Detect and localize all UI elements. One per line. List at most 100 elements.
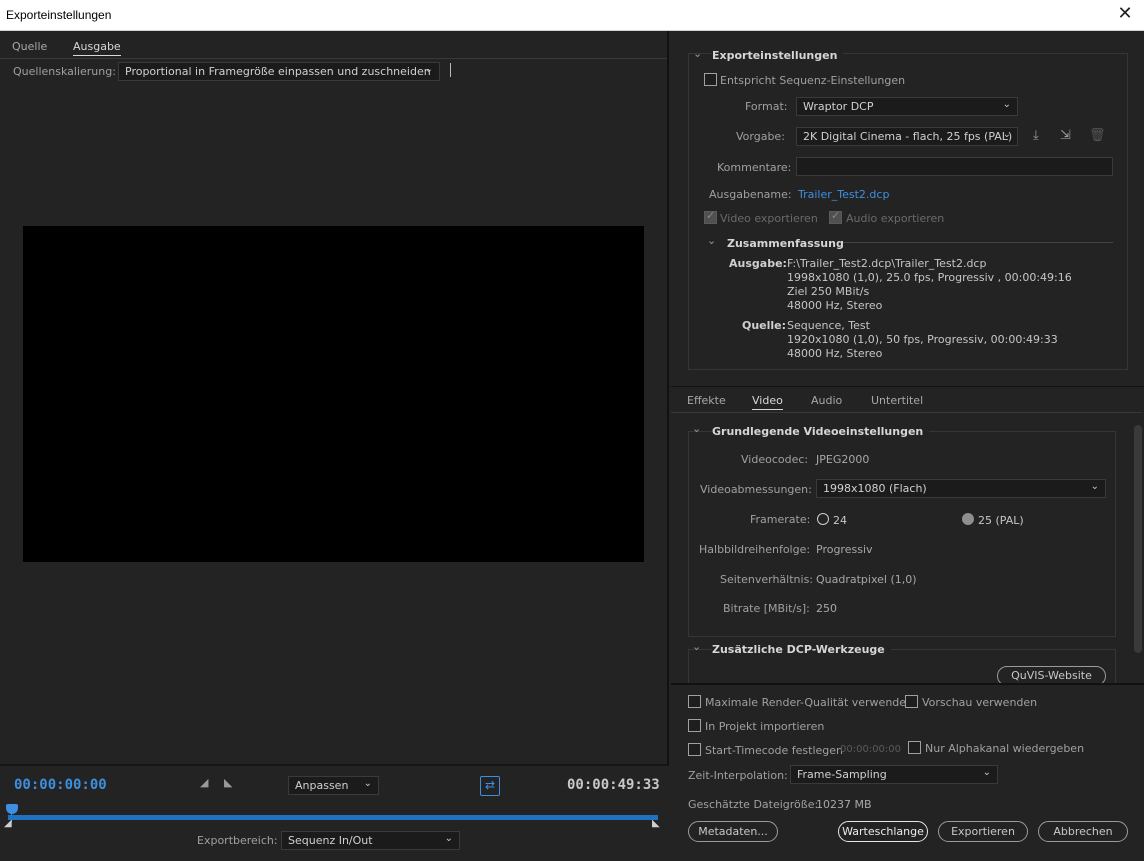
window-title: Exporteinstellungen bbox=[6, 8, 112, 22]
max-render-checkbox[interactable] bbox=[688, 695, 701, 708]
match-sequence-label: Entspricht Sequenz-Einstellungen bbox=[720, 74, 906, 87]
dims-value: 1998x1080 (Flach) bbox=[823, 482, 927, 495]
divider bbox=[0, 58, 667, 59]
preset-label: Vorgabe: bbox=[736, 130, 785, 143]
save-preset-icon[interactable]: ⤓ bbox=[1033, 128, 1039, 143]
summary-output-line: 48000 Hz, Stereo bbox=[787, 299, 883, 312]
tab-effekte[interactable]: Effekte bbox=[687, 394, 726, 407]
filesize-value: 10237 MB bbox=[816, 798, 872, 811]
alpha-only-checkbox[interactable] bbox=[908, 741, 921, 754]
video-preview bbox=[23, 226, 644, 562]
framerate-24-radio[interactable] bbox=[817, 513, 829, 525]
summary-output-line: 1998x1080 (1,0), 25.0 fps, Progressiv , … bbox=[787, 271, 1072, 284]
tab-audio[interactable]: Audio bbox=[811, 394, 842, 407]
framerate-25-label: 25 (PAL) bbox=[978, 514, 1024, 527]
field-order-label: Halbbildreihenfolge: bbox=[699, 543, 811, 556]
export-audio-checkbox[interactable] bbox=[829, 209, 842, 224]
title-bar: Exporteinstellungen ✕ bbox=[0, 0, 1144, 31]
chevron-down-icon[interactable]: ⌄ bbox=[693, 47, 702, 60]
range-dropdown[interactable]: Sequenz In/Out ⌄ bbox=[281, 831, 460, 850]
start-timecode-checkbox[interactable] bbox=[688, 743, 701, 756]
text-cursor bbox=[450, 63, 451, 77]
start-timecode-label: Start-Timecode festlegen bbox=[705, 744, 844, 757]
dims-label: Videoabmessungen: bbox=[700, 483, 812, 496]
max-render-label: Maximale Render-Qualität verwenden bbox=[705, 696, 914, 709]
timeline-panel: 00:00:00:00 ◢ ◣ Anpassen ⌄ ⇄ 00:00:49:33… bbox=[0, 764, 669, 861]
video-settings-panel: Effekte Video Audio Untertitel ⌄ Grundle… bbox=[671, 386, 1144, 689]
in-point-icon[interactable]: ◢ bbox=[4, 818, 12, 829]
range-label: Exportbereich: bbox=[197, 834, 278, 847]
tab-untertitel[interactable]: Untertitel bbox=[871, 394, 923, 407]
chevron-down-icon: ⌄ bbox=[424, 64, 433, 75]
tab-ausgabe[interactable]: Ausgabe bbox=[73, 40, 121, 56]
interp-dropdown[interactable]: Frame-Sampling ⌄ bbox=[790, 765, 998, 784]
timeline-bar[interactable] bbox=[8, 815, 658, 820]
chevron-down-icon: ⌄ bbox=[982, 767, 991, 778]
aspect-label: Seitenverhältnis: bbox=[720, 573, 814, 586]
format-value: Wraptor DCP bbox=[803, 100, 874, 113]
codec-value: JPEG2000 bbox=[816, 453, 870, 466]
export-heading: Exporteinstellungen bbox=[712, 49, 844, 62]
framerate-25-radio[interactable] bbox=[962, 513, 974, 525]
scrollbar[interactable] bbox=[1134, 425, 1142, 653]
scaling-dropdown[interactable]: Proportional in Framegröße einpassen und… bbox=[118, 62, 440, 81]
tab-quelle[interactable]: Quelle bbox=[12, 40, 47, 53]
import-project-checkbox[interactable] bbox=[688, 719, 701, 732]
bitrate-value: 250 bbox=[816, 602, 837, 615]
mark-in-icon[interactable]: ◢ bbox=[200, 776, 208, 789]
output-name-link[interactable]: Trailer_Test2.dcp bbox=[798, 188, 889, 201]
match-sequence-checkbox[interactable] bbox=[704, 73, 717, 86]
interp-label: Zeit-Interpolation: bbox=[688, 769, 788, 782]
export-video-label: Video exportieren bbox=[720, 212, 818, 225]
timecode-end: 00:00:49:33 bbox=[567, 777, 660, 793]
field-order-value: Progressiv bbox=[816, 543, 873, 556]
comment-label: Kommentare: bbox=[717, 161, 792, 174]
scaling-label: Quellenskalierung: bbox=[13, 65, 116, 78]
dims-dropdown[interactable]: 1998x1080 (Flach) ⌄ bbox=[816, 479, 1106, 498]
start-timecode-value: 00:00:00:00 bbox=[840, 744, 902, 755]
summary-output-label: Ausgabe: bbox=[729, 257, 787, 270]
timecode-start[interactable]: 00:00:00:00 bbox=[14, 777, 107, 793]
chevron-down-icon[interactable]: ⌄ bbox=[692, 640, 701, 653]
close-icon[interactable]: ✕ bbox=[1116, 5, 1134, 23]
use-preview-checkbox[interactable] bbox=[905, 695, 918, 708]
chevron-down-icon: ⌄ bbox=[1002, 129, 1011, 140]
interp-value: Frame-Sampling bbox=[797, 768, 887, 781]
export-options-panel: Maximale Render-Qualität verwenden Vorsc… bbox=[671, 683, 1144, 861]
chevron-down-icon: ⌄ bbox=[1090, 481, 1099, 492]
export-settings-panel: ⌄ Exporteinstellungen Entspricht Sequenz… bbox=[671, 31, 1144, 386]
export-video-checkbox[interactable] bbox=[704, 209, 717, 224]
mark-out-icon[interactable]: ◣ bbox=[224, 776, 232, 789]
delete-preset-icon[interactable]: 🗑 bbox=[1089, 128, 1106, 143]
playhead-icon[interactable] bbox=[6, 804, 18, 814]
divider bbox=[843, 242, 1113, 243]
summary-source-line: 48000 Hz, Stereo bbox=[787, 347, 883, 360]
summary-source-line: Sequence, Test bbox=[787, 319, 870, 332]
comment-input[interactable] bbox=[796, 157, 1113, 176]
chevron-down-icon[interactable]: ⌄ bbox=[707, 234, 716, 247]
summary-source-line: 1920x1080 (1,0), 50 fps, Progressiv, 00:… bbox=[787, 333, 1058, 346]
framerate-24-label: 24 bbox=[833, 514, 847, 527]
import-preset-icon[interactable]: ⇲ bbox=[1060, 128, 1071, 143]
export-button[interactable]: Exportieren bbox=[938, 821, 1028, 842]
cancel-button[interactable]: Abbrechen bbox=[1038, 821, 1128, 842]
output-name-label: Ausgabename: bbox=[709, 188, 792, 201]
use-preview-label: Vorschau verwenden bbox=[922, 696, 1038, 709]
summary-source-label: Quelle: bbox=[742, 319, 787, 332]
preset-dropdown[interactable]: 2K Digital Cinema - flach, 25 fps (PAL) … bbox=[796, 127, 1018, 146]
chevron-down-icon: ⌄ bbox=[444, 833, 453, 844]
out-point-icon[interactable]: ◣ bbox=[652, 818, 660, 829]
fit-dropdown[interactable]: Anpassen ⌄ bbox=[288, 776, 379, 795]
tab-video[interactable]: Video bbox=[752, 394, 783, 410]
filesize-label: Geschätzte Dateigröße: bbox=[688, 798, 819, 811]
queue-button[interactable]: Warteschlange bbox=[838, 821, 928, 842]
source-range-icon[interactable]: ⇄ bbox=[480, 776, 500, 796]
preset-value: 2K Digital Cinema - flach, 25 fps (PAL) bbox=[803, 130, 1013, 143]
chevron-down-icon: ⌄ bbox=[1002, 99, 1011, 110]
metadata-button[interactable]: Metadaten... bbox=[688, 821, 778, 842]
bitrate-label: Bitrate [MBit/s]: bbox=[723, 602, 810, 615]
chevron-down-icon[interactable]: ⌄ bbox=[692, 422, 701, 435]
framerate-label: Framerate: bbox=[750, 513, 811, 526]
format-dropdown[interactable]: Wraptor DCP ⌄ bbox=[796, 97, 1018, 116]
fit-value: Anpassen bbox=[295, 779, 349, 792]
